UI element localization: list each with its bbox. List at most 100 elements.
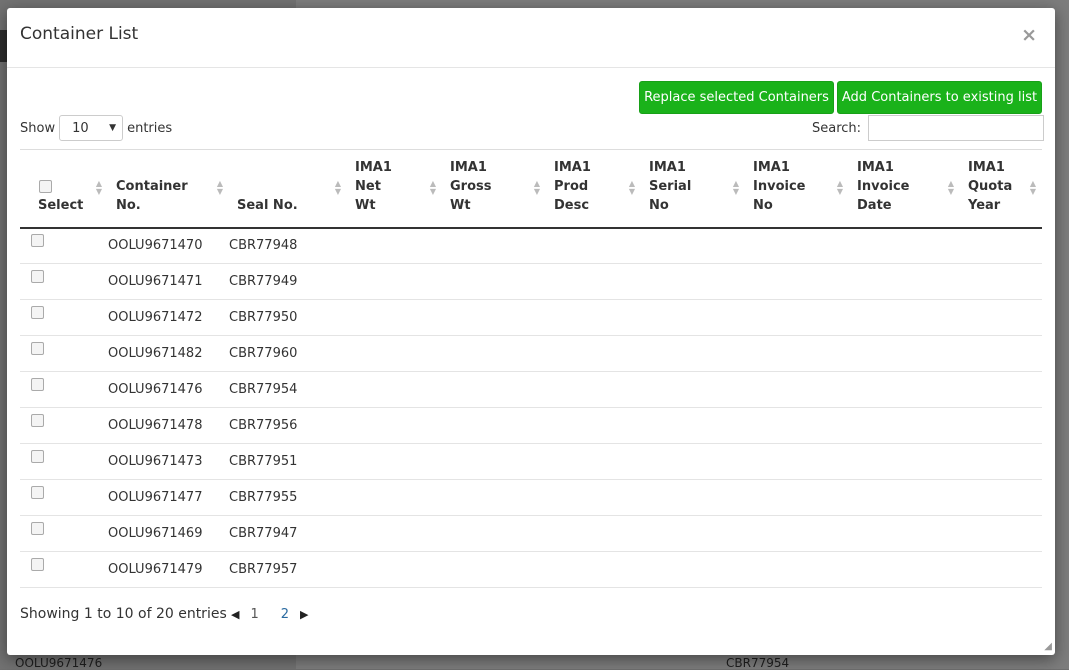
row-select-checkbox[interactable] [31,450,44,463]
select-cell [20,552,108,588]
table-row[interactable]: OOLU9671478 CBR77956 [20,408,1042,444]
sort-icon: ▲ ▼ [216,179,223,196]
seal-no-cell: CBR77960 [229,346,298,361]
close-icon[interactable]: × [1021,24,1037,46]
select-cell [20,228,108,264]
empty-cell [347,408,442,444]
empty-cell [546,372,641,408]
column-header-container-no[interactable]: Container No. ▲ ▼ [108,150,229,228]
empty-cell [849,408,960,444]
row-select-checkbox[interactable] [31,378,44,391]
sort-icon: ▲ ▼ [95,179,102,196]
empty-cell [641,372,745,408]
row-select-checkbox[interactable] [31,486,44,499]
select-cell [20,480,108,516]
search-label: Search: [812,120,862,136]
column-header-quota-year[interactable]: IMA1 Quota Year ▲ ▼ [960,150,1042,228]
container-table: Select ▲ ▼ Container No. ▲ ▼ Seal No. ▲ ▼ IM… [20,149,1042,588]
empty-cell [849,552,960,588]
container-no-cell: OOLU9671479 [108,562,203,577]
seal-no-cell: CBR77955 [229,490,298,505]
row-select-checkbox[interactable] [31,414,44,427]
empty-cell [641,228,745,264]
page-1-link[interactable]: 1 [250,607,258,622]
row-select-checkbox[interactable] [31,522,44,535]
entries-label: entries [127,120,173,136]
entries-length-select[interactable]: 10 ▼ [59,115,124,141]
empty-cell [546,444,641,480]
empty-cell [641,552,745,588]
empty-cell [960,516,1042,552]
container-no-cell: OOLU9671469 [108,526,203,541]
table-row[interactable]: OOLU9671482 CBR77960 [20,336,1042,372]
sort-icon: ▲ ▼ [533,179,540,196]
sort-icon: ▲ ▼ [429,179,436,196]
column-header-invoice-date[interactable]: IMA1 Invoice Date ▲ ▼ [849,150,960,228]
resize-handle-icon[interactable]: ◢ [1044,641,1052,652]
row-select-checkbox[interactable] [31,306,44,319]
table-row[interactable]: OOLU9671477 CBR77955 [20,480,1042,516]
seal-no-cell: CBR77948 [229,238,298,254]
sort-icon: ▲ ▼ [1029,179,1036,196]
column-header-invoice-no[interactable]: IMA1 Invoice No ▲ ▼ [745,150,849,228]
table-row[interactable]: OOLU9671470 CBR77948 [20,228,1042,264]
seal-no-cell: CBR77957 [229,562,298,577]
empty-cell [849,264,960,300]
empty-cell [745,372,849,408]
seal-no-cell: CBR77956 [229,418,298,433]
table-row[interactable]: OOLU9671479 CBR77957 [20,552,1042,588]
previous-page-icon[interactable]: ◀ [231,608,239,621]
empty-cell [960,408,1042,444]
row-select-checkbox[interactable] [31,342,44,355]
seal-no-cell: CBR77954 [229,382,298,397]
column-header-serial-no[interactable]: IMA1 Serial No ▲ ▼ [641,150,745,228]
empty-cell [347,444,442,480]
seal-no-cell: CBR77947 [229,526,298,541]
empty-cell [745,552,849,588]
pagination: ◀ 1 2 ▶ [231,607,309,622]
select-cell [20,264,108,300]
empty-cell [745,408,849,444]
empty-cell [960,300,1042,336]
table-row[interactable]: OOLU9671472 CBR77950 [20,300,1042,336]
table-row[interactable]: OOLU9671476 CBR77954 [20,372,1042,408]
container-no-cell: OOLU9671473 [108,454,203,469]
empty-cell [347,336,442,372]
seal-no-cell: CBR77950 [229,310,298,325]
replace-selected-containers-button[interactable]: Replace selected Containers [639,81,834,114]
page-2-link[interactable]: 2 [281,607,289,622]
column-header-seal-no[interactable]: Seal No. ▲ ▼ [229,150,347,228]
search-control: Search: [812,115,1045,141]
empty-cell [960,264,1042,300]
column-header-net-wt[interactable]: IMA1 Net Wt ▲ ▼ [347,150,442,228]
select-cell [20,444,108,480]
empty-cell [442,336,546,372]
row-select-checkbox[interactable] [31,234,44,248]
table-row[interactable]: OOLU9671471 CBR77949 [20,264,1042,300]
empty-cell [849,300,960,336]
table-row[interactable]: OOLU9671473 CBR77951 [20,444,1042,480]
add-containers-button[interactable]: Add Containers to existing list [837,81,1042,114]
empty-cell [960,372,1042,408]
search-input[interactable] [868,115,1045,141]
select-all-checkbox[interactable] [39,180,52,193]
container-list-modal: Container List × Replace selected Contai… [7,8,1055,655]
container-no-cell: OOLU9671471 [108,274,203,289]
row-select-checkbox[interactable] [31,558,44,571]
empty-cell [442,228,546,264]
next-page-icon[interactable]: ▶ [300,608,308,621]
empty-cell [546,336,641,372]
entries-length-value: 10 [72,120,89,136]
column-header-prod-desc[interactable]: IMA1 Prod Desc ▲ ▼ [546,150,641,228]
column-header-gross-wt[interactable]: IMA1 Gross Wt ▲ ▼ [442,150,546,228]
background-container-text: OOLU9671476 [15,656,103,670]
container-no-cell: OOLU9671470 [108,238,203,254]
column-header-select[interactable]: Select ▲ ▼ [20,150,108,228]
empty-cell [546,516,641,552]
table-row[interactable]: OOLU9671469 CBR77947 [20,516,1042,552]
chevron-down-icon: ▼ [109,123,117,133]
empty-cell [641,408,745,444]
row-select-checkbox[interactable] [31,270,44,283]
empty-cell [641,516,745,552]
empty-cell [641,444,745,480]
